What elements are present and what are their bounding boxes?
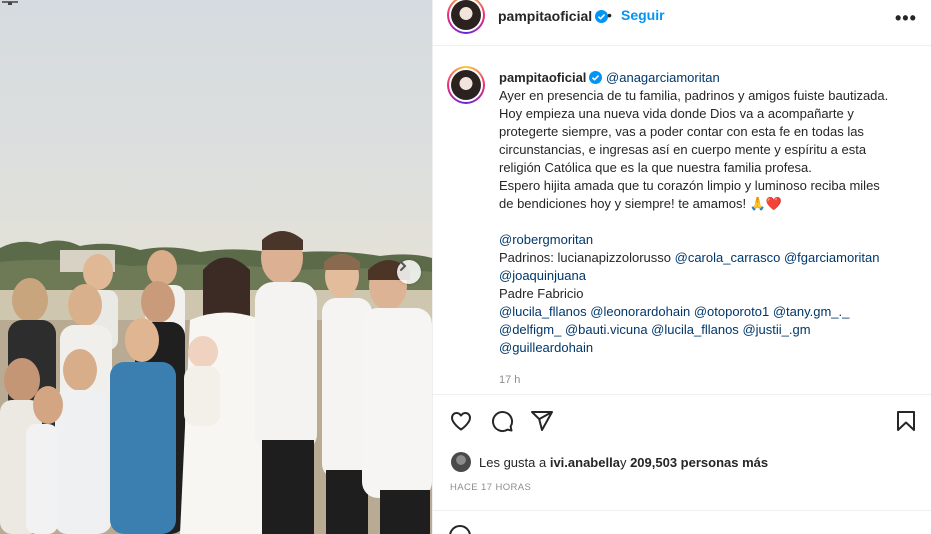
- avatar[interactable]: [447, 66, 485, 104]
- mention-link[interactable]: @carola_carrasco: [675, 250, 781, 265]
- comment-icon[interactable]: [490, 409, 514, 433]
- header-username[interactable]: pampitaoficial: [498, 8, 609, 24]
- comment-bar: [433, 510, 931, 534]
- likes-middle: y: [619, 454, 627, 470]
- post-side-panel: pampitaoficial • Seguir ••• pampitaofici…: [432, 0, 931, 534]
- caption-line: Hoy empieza una nueva vida donde Dios va…: [499, 106, 854, 121]
- mention-link[interactable]: @lucila_fllanos: [651, 322, 739, 337]
- bookmark-icon[interactable]: [894, 409, 918, 433]
- mention-link[interactable]: @leonorardohain: [590, 304, 690, 319]
- caption-line: religión Católica que es la que nuestra …: [499, 160, 812, 175]
- family-photo-illustration: [0, 231, 432, 534]
- likes-count[interactable]: 209,503 personas más: [630, 455, 768, 470]
- caption-line: Ayer en presencia de tu familia, padrino…: [499, 88, 889, 103]
- mention-link[interactable]: @bauti.vicuna: [565, 322, 648, 337]
- share-icon[interactable]: [530, 409, 554, 433]
- padre-label: Padre Fabricio: [499, 286, 584, 301]
- mention-link[interactable]: @otoporoto1: [694, 304, 769, 319]
- avatar[interactable]: [451, 452, 471, 472]
- next-photo-button[interactable]: [397, 260, 421, 284]
- caption-line: protegerte siempre, vas a poder contar c…: [499, 124, 864, 139]
- mention-link[interactable]: @lucila_fllanos: [499, 304, 587, 319]
- caption-line: Espero hijita amada que tu corazón limpi…: [499, 178, 880, 193]
- caption-timestamp[interactable]: 17 h: [499, 374, 520, 386]
- padrinos-label: Padrinos:: [499, 250, 558, 265]
- likes-summary: Les gusta a ivi.anabella y 209,503 perso…: [451, 451, 768, 473]
- more-icon[interactable]: •••: [895, 8, 917, 29]
- likes-prefix: Les gusta a: [479, 454, 547, 470]
- post-actions: Les gusta a ivi.anabella y 209,503 perso…: [433, 394, 931, 534]
- padrino-text: lucianapizzolorusso: [557, 250, 671, 265]
- mention-link[interactable]: @tany.gm_._: [773, 304, 850, 319]
- follow-button[interactable]: Seguir: [621, 7, 665, 23]
- post-date[interactable]: HACE 17 HORAS: [450, 482, 531, 493]
- mention-link[interactable]: @guilleardohain: [499, 340, 593, 355]
- post-header: pampitaoficial • Seguir •••: [433, 0, 931, 46]
- caption-text: pampitaoficial @anagarciamoritan Ayer en…: [499, 69, 927, 357]
- caption-username[interactable]: pampitaoficial: [499, 70, 586, 85]
- header-separator: •: [607, 7, 612, 23]
- mention-link[interactable]: @fgarciamoritan: [784, 250, 880, 265]
- caption-line: de bendiciones hoy y siempre! te amamos!…: [499, 196, 783, 211]
- post-photo[interactable]: [0, 0, 432, 534]
- mention-link[interactable]: @robergmoritan: [499, 232, 593, 247]
- mention-link[interactable]: @anagarciamoritan: [606, 70, 720, 85]
- verified-icon: [589, 71, 603, 84]
- liker-username[interactable]: ivi.anabella: [550, 455, 620, 470]
- mention-link[interactable]: @delfigm_: [499, 322, 561, 337]
- avatar[interactable]: [447, 0, 485, 34]
- emoji-icon[interactable]: [449, 525, 471, 534]
- mention-link[interactable]: @justii_.gm: [742, 322, 810, 337]
- mention-link[interactable]: @joaquinjuana: [499, 268, 586, 283]
- heart-icon[interactable]: [449, 409, 473, 433]
- chevron-right-icon: [400, 261, 407, 271]
- caption-line: circunstancias, e ingresas así en cuerpo…: [499, 142, 867, 157]
- drone-speck: [2, 1, 18, 5]
